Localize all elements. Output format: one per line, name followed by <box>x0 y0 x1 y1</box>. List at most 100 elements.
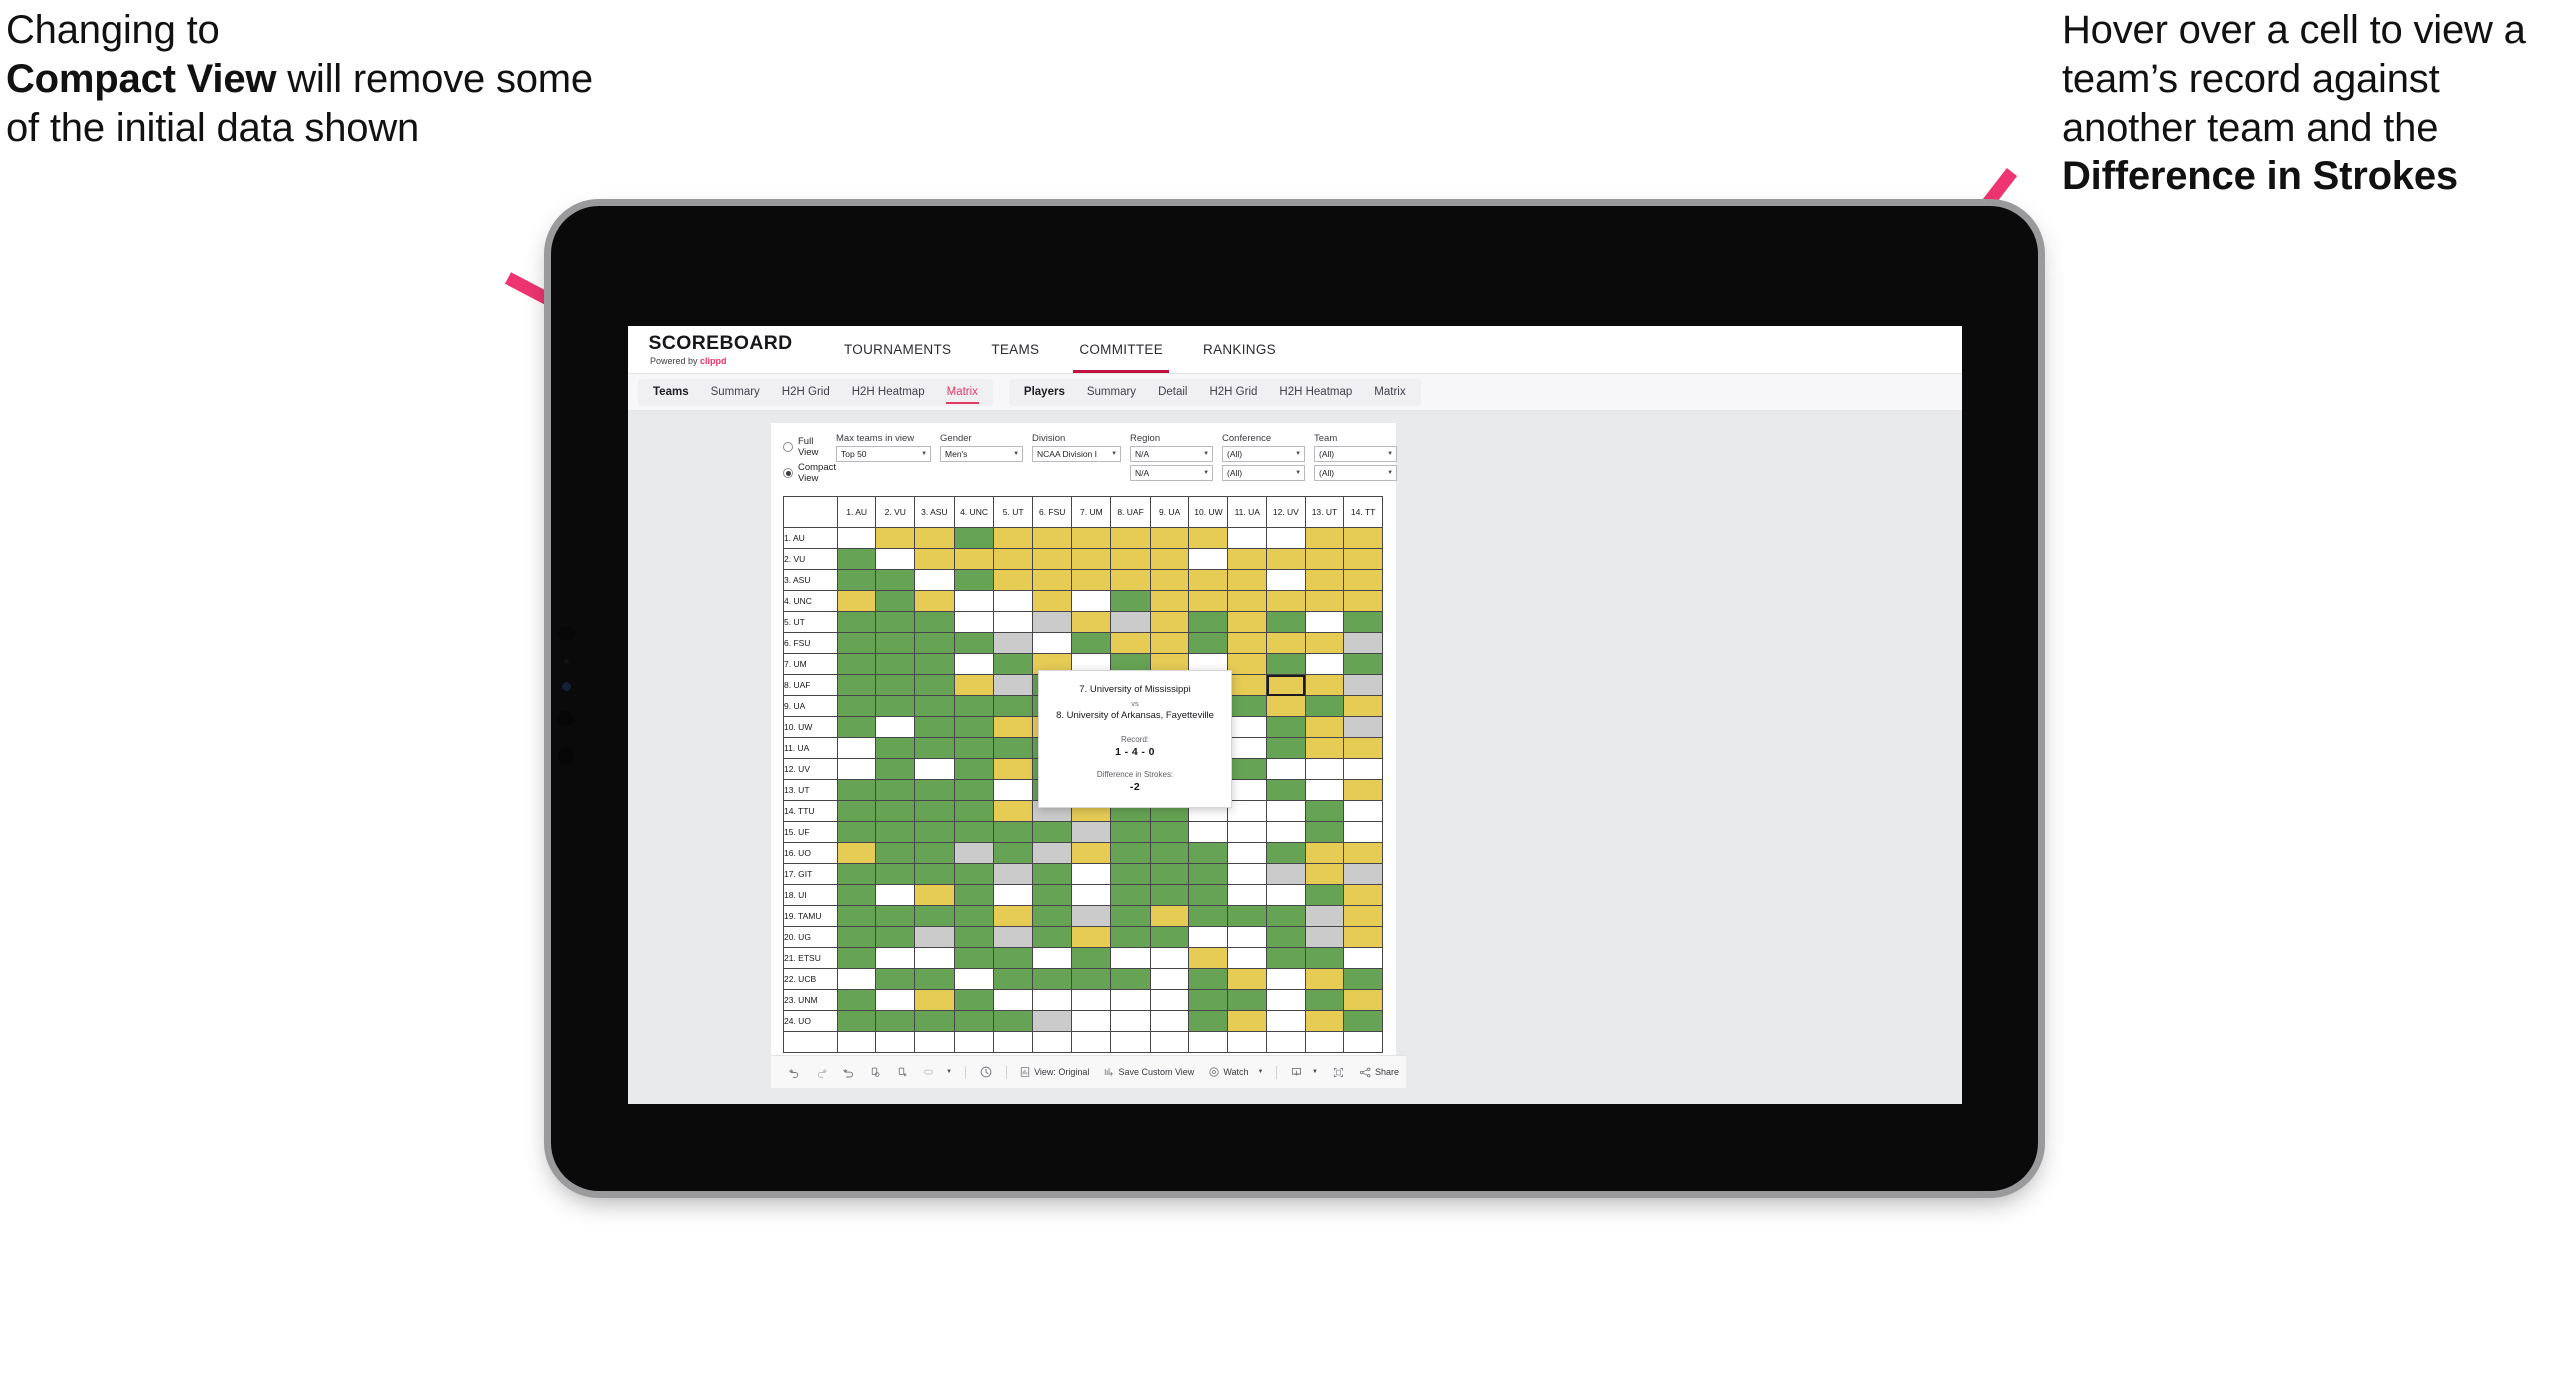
matrix-column-header[interactable]: 2. VU <box>875 496 916 528</box>
matrix-cell[interactable] <box>993 674 1033 696</box>
matrix-cell[interactable] <box>1031 1031 1073 1053</box>
matrix-cell[interactable] <box>1304 821 1345 843</box>
matrix-cell[interactable] <box>1110 863 1151 885</box>
matrix-row-header[interactable]: 22. UCB <box>783 968 838 990</box>
matrix-cell[interactable] <box>914 800 955 822</box>
matrix-cell[interactable] <box>836 905 877 927</box>
matrix-cell[interactable] <box>1343 1010 1383 1032</box>
brand-logo[interactable]: SCOREBOARD Powered by clippd <box>628 326 824 373</box>
matrix-cell[interactable] <box>993 905 1033 927</box>
radio-compact-view[interactable]: Compact View <box>783 462 836 484</box>
matrix-cell[interactable] <box>1266 1031 1306 1053</box>
matrix-cell[interactable] <box>1110 926 1151 948</box>
matrix-cell[interactable] <box>1227 569 1268 591</box>
matrix-cell[interactable] <box>1227 884 1268 906</box>
matrix-cell[interactable] <box>993 758 1033 780</box>
matrix-cell[interactable] <box>875 674 916 696</box>
matrix-cell[interactable] <box>953 674 995 696</box>
pause-auto-update-button[interactable] <box>972 1061 1000 1083</box>
matrix-cell[interactable] <box>1110 884 1151 906</box>
matrix-cell[interactable] <box>1188 1010 1229 1032</box>
matrix-cell[interactable] <box>1110 989 1151 1011</box>
matrix-cell[interactable] <box>993 737 1033 759</box>
matrix-cell[interactable] <box>1227 863 1268 885</box>
matrix-cell[interactable] <box>1071 569 1112 591</box>
matrix-cell[interactable] <box>1266 884 1306 906</box>
matrix-cell[interactable] <box>875 779 916 801</box>
matrix-cell[interactable] <box>1266 653 1306 675</box>
matrix-cell[interactable] <box>1188 968 1229 990</box>
matrix-cell[interactable] <box>1266 569 1306 591</box>
matrix-cell[interactable] <box>993 947 1033 969</box>
matrix-cell[interactable] <box>1227 905 1268 927</box>
matrix-cell[interactable] <box>836 884 877 906</box>
matrix-cell[interactable] <box>1031 632 1073 654</box>
matrix-cell[interactable] <box>1304 674 1345 696</box>
matrix-cell[interactable] <box>914 716 955 738</box>
tab-players-h2h-heatmap[interactable]: H2H Heatmap <box>1268 379 1363 406</box>
matrix-cell[interactable] <box>1227 695 1268 717</box>
matrix-cell[interactable] <box>953 1031 995 1053</box>
matrix-cell[interactable] <box>836 632 877 654</box>
matrix-cell[interactable] <box>836 821 877 843</box>
matrix-cell[interactable] <box>1188 989 1229 1011</box>
matrix-cell[interactable] <box>914 947 955 969</box>
matrix-cell[interactable] <box>1110 632 1151 654</box>
matrix-cell[interactable] <box>1266 527 1306 549</box>
matrix-cell[interactable] <box>875 611 916 633</box>
matrix-cell[interactable] <box>953 863 995 885</box>
matrix-cell[interactable] <box>993 548 1033 570</box>
matrix-cell[interactable] <box>1343 863 1383 885</box>
filter-division-select[interactable]: NCAA Division I ▼ <box>1032 446 1122 462</box>
matrix-cell[interactable] <box>1188 884 1229 906</box>
matrix-cell[interactable] <box>1071 1010 1112 1032</box>
matrix-cell[interactable] <box>1188 947 1229 969</box>
matrix-cell[interactable] <box>1188 611 1229 633</box>
matrix-cell[interactable] <box>1266 548 1306 570</box>
matrix-cell[interactable] <box>1227 1031 1268 1053</box>
matrix-cell[interactable] <box>1227 737 1268 759</box>
matrix-cell[interactable] <box>1343 737 1383 759</box>
matrix-cell[interactable] <box>1188 821 1229 843</box>
matrix-column-header[interactable]: 4. UNC <box>953 496 995 528</box>
matrix-cell[interactable] <box>1266 590 1306 612</box>
matrix-cell[interactable] <box>1266 632 1306 654</box>
matrix-cell[interactable] <box>993 779 1033 801</box>
matrix-cell[interactable] <box>1227 653 1268 675</box>
matrix-cell[interactable] <box>1031 569 1073 591</box>
matrix-column-header[interactable]: 10. UW <box>1188 496 1229 528</box>
matrix-cell[interactable] <box>836 611 877 633</box>
matrix-cell[interactable] <box>914 569 955 591</box>
matrix-cell[interactable] <box>1304 695 1345 717</box>
matrix-cell[interactable] <box>1149 842 1190 864</box>
matrix-cell[interactable] <box>1343 758 1383 780</box>
matrix-cell[interactable] <box>836 674 877 696</box>
matrix-cell[interactable] <box>1031 527 1073 549</box>
matrix-cell[interactable] <box>1343 884 1383 906</box>
matrix-cell[interactable] <box>914 884 955 906</box>
matrix-cell[interactable] <box>1110 821 1151 843</box>
matrix-cell[interactable] <box>953 569 995 591</box>
matrix-cell[interactable] <box>1343 968 1383 990</box>
matrix-column-header[interactable]: 5. UT <box>993 496 1033 528</box>
matrix-cell[interactable] <box>1071 884 1112 906</box>
matrix-row-header[interactable]: 2. VU <box>783 548 838 570</box>
matrix-cell[interactable] <box>875 569 916 591</box>
matrix-cell[interactable] <box>1304 800 1345 822</box>
matrix-cell[interactable] <box>993 800 1033 822</box>
matrix-column-header[interactable]: 1. AU <box>836 496 877 528</box>
matrix-cell[interactable] <box>836 653 877 675</box>
matrix-cell[interactable] <box>1343 569 1383 591</box>
matrix-cell[interactable] <box>1304 716 1345 738</box>
matrix-row-header[interactable]: 5. UT <box>783 611 838 633</box>
matrix-cell[interactable] <box>1304 905 1345 927</box>
matrix-cell[interactable] <box>1304 884 1345 906</box>
tab-teams-h2h-heatmap[interactable]: H2H Heatmap <box>841 379 936 406</box>
matrix-cell[interactable] <box>1227 632 1268 654</box>
matrix-column-header[interactable]: 14. TT <box>1343 496 1383 528</box>
matrix-cell[interactable] <box>1110 905 1151 927</box>
matrix-cell[interactable] <box>1227 989 1268 1011</box>
matrix-cell[interactable] <box>875 632 916 654</box>
matrix-cell[interactable] <box>953 842 995 864</box>
matrix-cell[interactable] <box>1266 863 1306 885</box>
